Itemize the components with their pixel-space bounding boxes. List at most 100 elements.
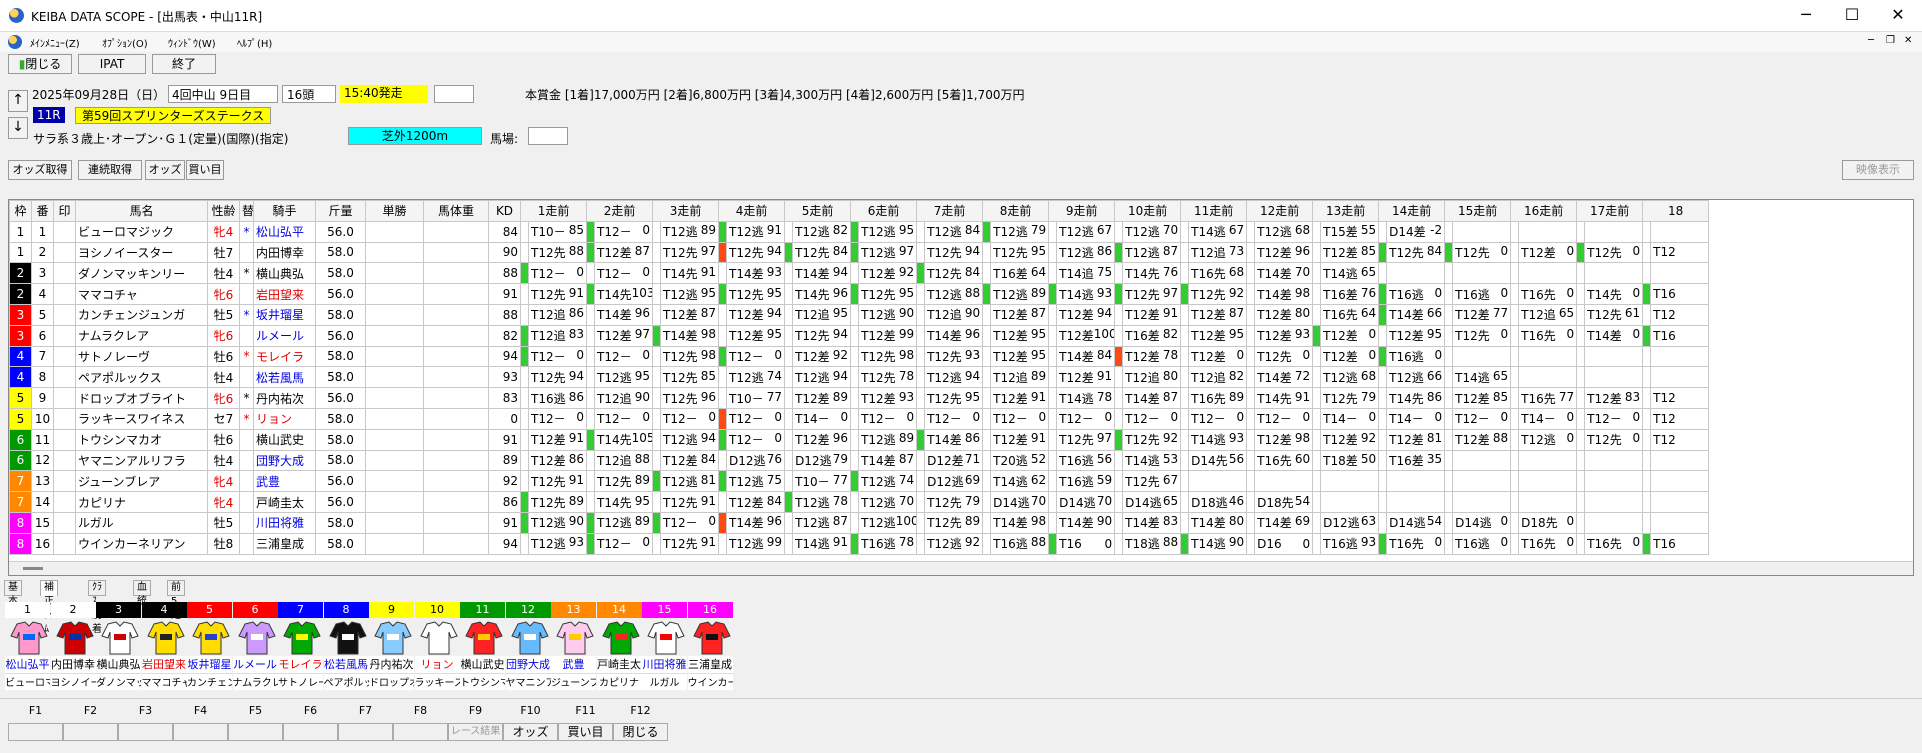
past-race[interactable]: T12逃 70	[858, 491, 918, 513]
past-race[interactable]: T12差 91	[527, 428, 588, 451]
past-race[interactable]: T12先 94	[792, 324, 852, 347]
col-header[interactable]: 単勝	[365, 200, 424, 222]
past-race[interactable]: T12先 92	[1188, 283, 1248, 305]
past-race[interactable]: T12差 87	[1188, 303, 1248, 326]
past-race[interactable]	[1650, 470, 1710, 493]
silk-card[interactable]: 6 ルメールナムラクレア	[232, 598, 278, 692]
mdi-min-icon[interactable]: ─	[1868, 35, 1874, 46]
past-race[interactable]: T16先 60	[1254, 449, 1314, 472]
past-race[interactable]: T12逃 95	[594, 366, 654, 389]
past-race[interactable]: T12逃 74	[858, 470, 918, 493]
jockey-name[interactable]: 内田博幸	[253, 241, 316, 264]
horse-name[interactable]: サトノレーヴ	[75, 345, 208, 368]
past-race[interactable]: T16逃 0	[1386, 345, 1446, 368]
past-race[interactable]: T12先 98	[660, 345, 720, 368]
past-race[interactable]: T16先 0	[1518, 324, 1578, 347]
past-race[interactable]: T12先 98	[858, 345, 918, 368]
past-race[interactable]: T12差 91	[990, 428, 1050, 451]
col-header[interactable]: 馬名	[75, 200, 208, 222]
past-race[interactable]: D12差 71	[924, 449, 984, 472]
past-race[interactable]: T12逃 78	[792, 491, 852, 513]
past-race[interactable]: T12逃 86	[1056, 241, 1116, 264]
fkey-button-f1[interactable]	[8, 723, 63, 741]
past-race[interactable]	[1584, 491, 1644, 513]
col-header[interactable]: 17走前	[1576, 200, 1644, 222]
odds-button[interactable]: オッズ	[145, 160, 185, 180]
silk-card[interactable]: 7 モレイラサトノレーヴ	[278, 598, 323, 692]
past-race[interactable]	[1518, 470, 1578, 493]
past-race[interactable]: T16逃 59	[1056, 470, 1116, 493]
past-race[interactable]: T12差 92	[1320, 428, 1380, 451]
col-header[interactable]: 1走前	[519, 200, 588, 222]
past-race[interactable]: T12差 93	[1254, 324, 1314, 347]
past-race[interactable]: T12差 0	[1518, 241, 1578, 264]
past-race[interactable]: D14逃 65	[1122, 491, 1182, 513]
horse-name[interactable]: ルガル	[75, 511, 208, 534]
silk-card[interactable]: 15 川田将雅 ルガル	[642, 598, 687, 692]
past-race[interactable]: T12追 73	[1188, 241, 1248, 264]
past-race[interactable]: T10－ 77	[792, 470, 852, 493]
past-race[interactable]: T16	[1650, 283, 1710, 305]
table-row[interactable]: 2 3 ダノンマッキンリー 牡4 * 横山典弘 58.0 88 T12－ 0 T12－ 0 T14先 91…	[9, 262, 1710, 285]
past-race[interactable]: T12先 88	[527, 241, 588, 264]
past-race[interactable]: T12逃 89	[990, 283, 1050, 305]
past-race[interactable]: D12逃 69	[924, 470, 984, 493]
horse-name[interactable]: カンチェンジュンガ	[75, 303, 208, 326]
past-race[interactable]: T12先 94	[726, 241, 786, 264]
past-race[interactable]: T14逃 93	[1188, 428, 1248, 451]
col-header[interactable]: 18	[1642, 200, 1710, 222]
past-race[interactable]: T12－ 0	[990, 407, 1050, 430]
past-race[interactable]: T12差 83	[1584, 387, 1644, 409]
past-race[interactable]: T14逃 67	[1188, 220, 1248, 243]
table-row[interactable]: 5 9 ドロップオブライト 牝6 * 丹内祐次 56.0 83 T16逃 86 T12追 90 T12先…	[9, 387, 1710, 409]
mark-cell[interactable]	[53, 449, 76, 472]
jockey-name[interactable]: 横山武史	[253, 428, 316, 451]
fkey-button-f7[interactable]	[338, 723, 393, 741]
past-race[interactable]: T14差 96	[594, 303, 654, 326]
past-race[interactable]: T12差 87	[594, 241, 654, 264]
past-race[interactable]	[1584, 366, 1644, 389]
video-button[interactable]: 映像表示	[1842, 160, 1914, 180]
past-race[interactable]: T16逃 86	[527, 387, 588, 409]
baba-field[interactable]	[528, 127, 568, 145]
past-race[interactable]: T12逃 87	[1122, 241, 1182, 264]
horse-name[interactable]: ヤマニンアルリフラ	[75, 449, 208, 472]
past-race[interactable]: T14差 98	[1254, 283, 1314, 305]
past-race[interactable]: T12先 79	[1320, 387, 1380, 409]
past-race[interactable]: T12逃 94	[660, 428, 720, 451]
past-race[interactable]	[1518, 366, 1578, 389]
past-race[interactable]: T12逃 97	[858, 241, 918, 264]
table-row[interactable]: 6 11 トウシンマカオ 牡6 横山武史 58.0 91 T12差 91 T14先 105 T12逃 9…	[9, 428, 1710, 451]
past-race[interactable]: T16 0	[1056, 532, 1116, 555]
past-race[interactable]: T12先 95	[858, 283, 918, 305]
past-race[interactable]: T12差 81	[1386, 428, 1446, 451]
past-race[interactable]: T12先 67	[1122, 470, 1182, 493]
past-race[interactable]: T12－ 0	[594, 407, 654, 430]
past-race[interactable]: T12追 65	[1518, 303, 1578, 326]
past-race[interactable]: T12先 97	[1122, 283, 1182, 305]
past-race[interactable]: T12先 91	[527, 470, 588, 493]
silk-card[interactable]: 12 団野大成ヤマニンアル	[505, 598, 551, 692]
past-race[interactable]: T20逃 52	[990, 449, 1050, 472]
past-race[interactable]: T14差 83	[1122, 511, 1182, 534]
past-race[interactable]: T12差 97	[594, 324, 654, 347]
silk-card[interactable]: 4 岩田望来 ママコチャ	[141, 598, 187, 692]
past-race[interactable]: T16先 0	[1584, 532, 1644, 555]
past-race[interactable]: T12	[1650, 241, 1710, 264]
past-race[interactable]	[1584, 220, 1644, 243]
past-race[interactable]: T18逃 88	[1122, 532, 1182, 555]
mark-cell[interactable]	[53, 387, 76, 409]
past-race[interactable]: T12－ 0	[1122, 407, 1182, 430]
past-race[interactable]: T12先 79	[924, 491, 984, 513]
past-race[interactable]: T12先 84	[924, 262, 984, 285]
jockey-name[interactable]: リョン	[253, 407, 316, 430]
past-race[interactable]	[1650, 366, 1710, 389]
mdi-restore-icon[interactable]: ❐	[1886, 35, 1895, 46]
horse-name[interactable]: ラッキースワイネス	[75, 407, 208, 430]
past-race[interactable]: T12先 91	[660, 491, 720, 513]
past-race[interactable]	[1650, 220, 1710, 243]
silk-card[interactable]: 11 横山武史トウシンマカ	[460, 598, 505, 692]
table-row[interactable]: 4 7 サトノレーヴ 牡6 * モレイラ 58.0 94 T12－ 0 T12－ 0 T12先 98 T12…	[9, 345, 1710, 368]
past-race[interactable]: T12－ 0	[527, 407, 588, 430]
past-race[interactable]: T12追 88	[594, 449, 654, 472]
